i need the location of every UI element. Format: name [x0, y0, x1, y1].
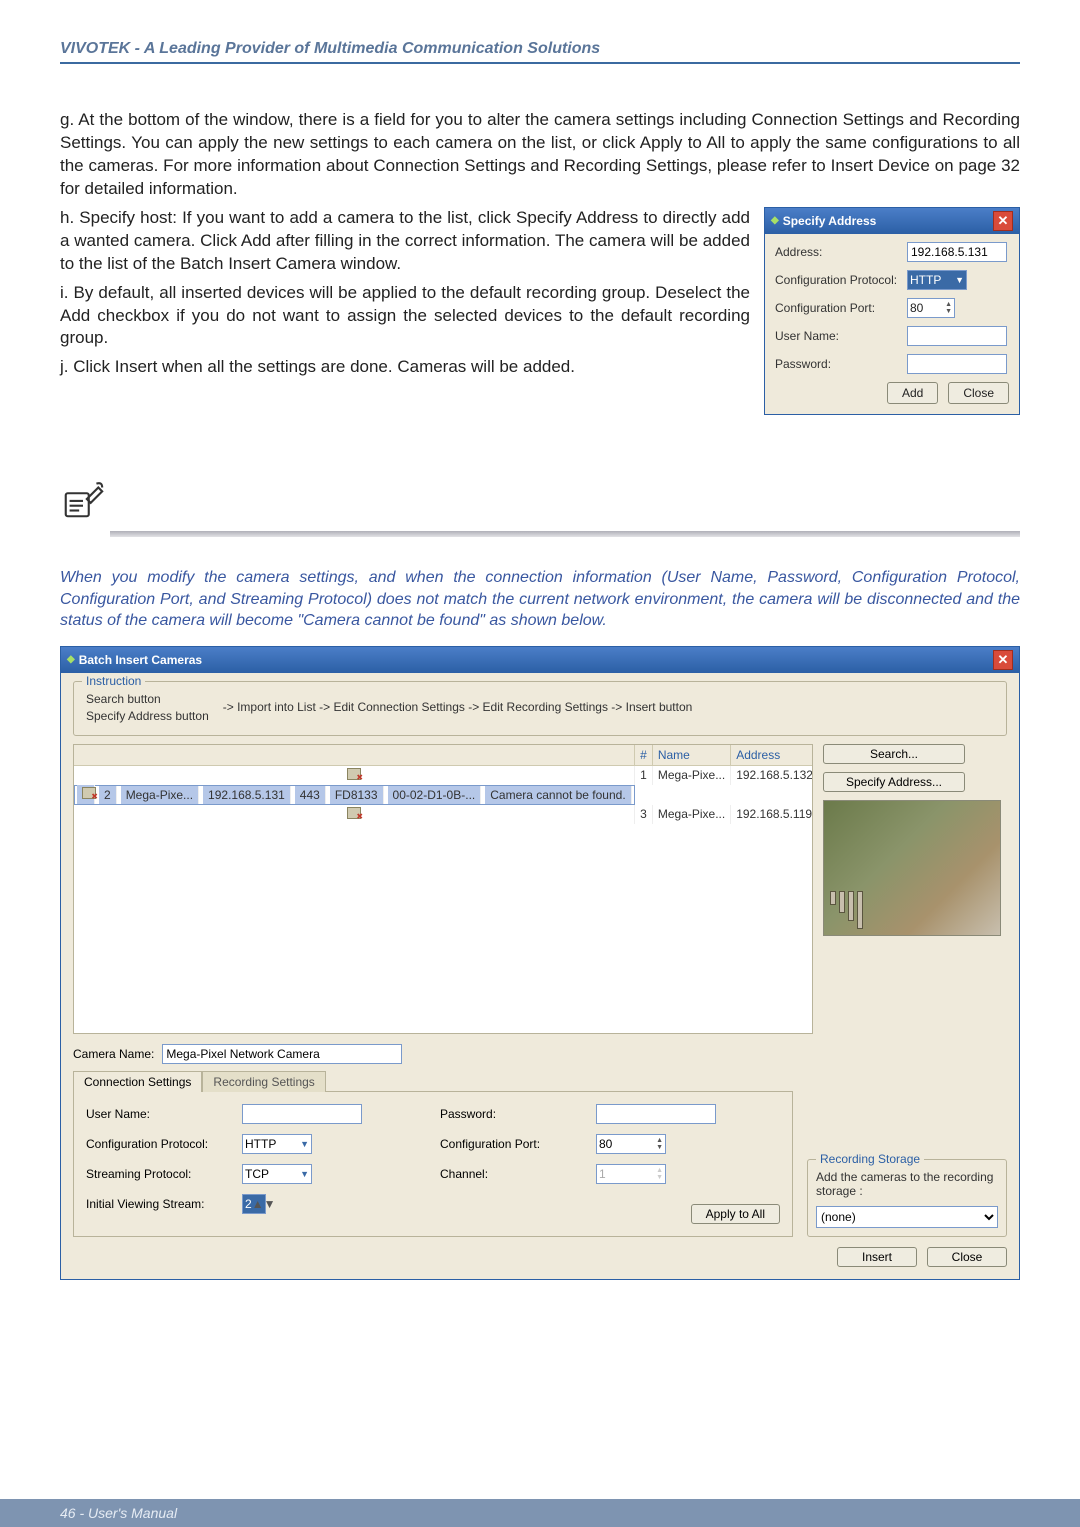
password-label: Password: — [775, 356, 907, 372]
camera-error-icon — [82, 787, 96, 799]
page-number: 46 - User's Manual — [60, 1505, 177, 1521]
content-body: g. At the bottom of the window, there is… — [60, 109, 1020, 421]
password-input[interactable] — [907, 354, 1007, 374]
address-input[interactable] — [907, 242, 1007, 262]
insert-button[interactable]: Insert — [837, 1247, 917, 1267]
initial-viewing-stream-label: Initial Viewing Stream: — [86, 1197, 236, 1211]
vivotek-logo-icon: ◆ — [67, 654, 75, 665]
table-row[interactable]: 3 Mega-Pixe... 192.168.5.119 443 IP8132 … — [74, 805, 813, 824]
conn-password-label: Password: — [440, 1107, 590, 1121]
tab-recording-settings[interactable]: Recording Settings — [202, 1071, 325, 1092]
config-port-spinner[interactable]: 80▲▼ — [907, 298, 955, 318]
conn-username-input[interactable] — [242, 1104, 362, 1124]
streaming-protocol-label: Streaming Protocol: — [86, 1167, 236, 1181]
recording-storage-text: Add the cameras to the recording storage… — [816, 1170, 998, 1198]
paragraph-g: g. At the bottom of the window, there is… — [60, 109, 1020, 201]
initial-viewing-stream-spinner[interactable]: 2▲▼ — [242, 1194, 266, 1214]
search-button[interactable]: Search... — [823, 744, 965, 764]
vivotek-logo-icon: ◆ — [771, 214, 779, 228]
connection-settings-panel: User Name: Configuration Protocol: HTTP▼… — [73, 1091, 793, 1237]
col-address[interactable]: Address — [731, 745, 813, 766]
recording-storage-select[interactable]: (none) — [816, 1206, 998, 1228]
note-divider — [110, 531, 1020, 537]
close-icon[interactable]: ✕ — [993, 650, 1013, 670]
conn-username-label: User Name: — [86, 1107, 236, 1121]
table-row[interactable]: 2 Mega-Pixe... 192.168.5.131 443 FD8133 … — [74, 785, 635, 805]
recording-storage-legend: Recording Storage — [816, 1152, 924, 1166]
table-row[interactable]: 1 Mega-Pixe... 192.168.5.132 443 FD8161 … — [74, 765, 813, 785]
camera-table: # Name Address Port Model MAC Status — [74, 745, 813, 824]
note-text: When you modify the camera settings, and… — [60, 567, 1020, 632]
conn-port-spinner[interactable]: 80▲▼ — [596, 1134, 666, 1154]
doc-header: VIVOTEK - A Leading Provider of Multimed… — [60, 40, 1020, 64]
page-footer: 46 - User's Manual — [0, 1499, 1080, 1527]
conn-password-input[interactable] — [596, 1104, 716, 1124]
col-name[interactable]: Name — [652, 745, 730, 766]
tab-connection-settings[interactable]: Connection Settings — [73, 1071, 202, 1092]
close-button[interactable]: Close — [948, 382, 1009, 404]
address-label: Address: — [775, 244, 907, 260]
conn-protocol-select[interactable]: HTTP▼ — [242, 1134, 312, 1154]
camera-error-icon — [347, 768, 361, 780]
batch-dialog-titlebar: ◆ Batch Insert Cameras ✕ — [61, 647, 1019, 673]
camera-error-icon — [347, 807, 361, 819]
channel-label: Channel: — [440, 1167, 590, 1181]
conn-protocol-label: Configuration Protocol: — [86, 1137, 236, 1151]
doc-header-title: VIVOTEK - A Leading Provider of Multimed… — [60, 40, 600, 57]
config-protocol-select[interactable]: HTTP▼ — [907, 270, 967, 290]
instruction-legend: Instruction — [82, 674, 145, 688]
username-label: User Name: — [775, 328, 907, 344]
note-icon — [60, 476, 1020, 527]
streaming-protocol-select[interactable]: TCP▼ — [242, 1164, 312, 1184]
config-protocol-label: Configuration Protocol: — [775, 272, 907, 288]
batch-insert-dialog: ◆ Batch Insert Cameras ✕ Instruction Sea… — [60, 646, 1020, 1280]
add-button[interactable]: Add — [887, 382, 938, 404]
camera-name-input[interactable] — [162, 1044, 402, 1064]
close-button[interactable]: Close — [927, 1247, 1007, 1267]
config-port-label: Configuration Port: — [775, 300, 907, 316]
username-input[interactable] — [907, 326, 1007, 346]
conn-port-label: Configuration Port: — [440, 1137, 590, 1151]
instruction-line1: Search button — [86, 692, 209, 706]
camera-preview — [823, 800, 1001, 936]
col-num[interactable]: # — [635, 745, 653, 766]
batch-dialog-title: Batch Insert Cameras — [79, 653, 202, 667]
camera-table-wrap: # Name Address Port Model MAC Status — [73, 744, 813, 1034]
specify-address-dialog-wrap: ◆ Specify Address ✕ Address: Configurati… — [764, 207, 1020, 415]
specify-address-dialog: ◆ Specify Address ✕ Address: Configurati… — [764, 207, 1020, 415]
instruction-flow: -> Import into List -> Edit Connection S… — [223, 700, 693, 714]
channel-spinner[interactable]: 1▲▼ — [596, 1164, 666, 1184]
dialog-titlebar: ◆ Specify Address ✕ — [765, 208, 1019, 234]
instruction-fieldset: Instruction Search button Specify Addres… — [73, 681, 1007, 736]
recording-storage-fieldset: Recording Storage Add the cameras to the… — [807, 1159, 1007, 1237]
close-icon[interactable]: ✕ — [993, 211, 1013, 231]
specify-address-button[interactable]: Specify Address... — [823, 772, 965, 792]
apply-to-all-button[interactable]: Apply to All — [691, 1204, 780, 1224]
dialog-title: Specify Address — [783, 213, 877, 229]
instruction-line2: Specify Address button — [86, 709, 209, 723]
camera-name-label: Camera Name: — [73, 1047, 154, 1061]
